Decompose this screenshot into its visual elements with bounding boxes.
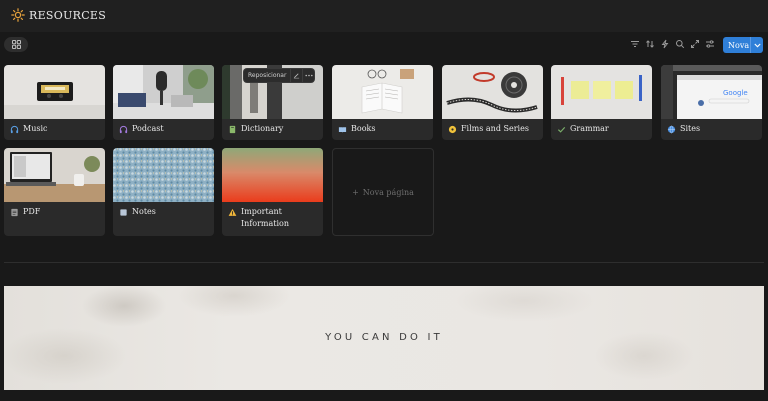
grid-icon bbox=[11, 40, 21, 49]
films-cover-image bbox=[442, 65, 543, 119]
podcast-cover-image bbox=[113, 65, 214, 119]
card-title: Books bbox=[351, 124, 376, 133]
hover-toolbar: Reposicionar bbox=[244, 69, 315, 82]
new-page-button[interactable]: + Nova página bbox=[332, 148, 434, 236]
card-meta: Podcast bbox=[119, 123, 210, 135]
card-title: Dictionary bbox=[241, 124, 284, 133]
divider bbox=[4, 262, 764, 263]
important-information-cover-image bbox=[222, 148, 323, 202]
pdf-cover-image bbox=[4, 148, 105, 202]
grammar-cover-image bbox=[551, 65, 652, 119]
notes-cover-image bbox=[113, 148, 214, 202]
expand-icon[interactable] bbox=[690, 38, 700, 50]
gallery-view-button[interactable] bbox=[4, 37, 28, 52]
card-title: Music bbox=[23, 124, 48, 133]
gallery-card-music[interactable]: Music bbox=[4, 65, 105, 140]
card-meta: Music bbox=[10, 123, 101, 135]
headphones-icon bbox=[119, 125, 128, 134]
gallery-card-films-and-series[interactable]: Films and Series bbox=[442, 65, 543, 140]
document-icon bbox=[11, 208, 18, 217]
card-meta: Dictionary bbox=[228, 123, 319, 135]
card-meta: Sites bbox=[667, 123, 758, 135]
card-meta: Important Information bbox=[228, 206, 319, 230]
banner-text: YOU CAN DO IT bbox=[325, 332, 443, 343]
film-icon bbox=[448, 125, 457, 134]
music-cover-image bbox=[4, 65, 105, 119]
page-header: RESOURCES bbox=[0, 0, 768, 32]
page-title: RESOURCES bbox=[29, 9, 107, 22]
gallery-card-sites[interactable]: Google Sites bbox=[661, 65, 762, 140]
new-button-label: Nova bbox=[728, 40, 750, 50]
card-title: Films and Series bbox=[461, 124, 529, 133]
card-meta: PDF bbox=[10, 206, 101, 218]
gallery-card-notes[interactable]: Notes bbox=[113, 148, 214, 236]
card-title: Important Information bbox=[241, 207, 290, 228]
chevron-down-icon[interactable] bbox=[751, 43, 763, 48]
gallery-card-important-information[interactable]: Important Information bbox=[222, 148, 323, 236]
gallery-card-grammar[interactable]: Grammar bbox=[551, 65, 652, 140]
automation-icon[interactable] bbox=[660, 38, 670, 50]
card-meta: Books bbox=[338, 123, 429, 135]
gallery-card-pdf[interactable]: PDF bbox=[4, 148, 105, 236]
sort-icon[interactable] bbox=[645, 38, 655, 50]
filter-icon[interactable] bbox=[630, 38, 640, 50]
motivational-banner: YOU CAN DO IT bbox=[4, 286, 764, 390]
headphones-icon bbox=[10, 125, 19, 134]
books-cover-image bbox=[332, 65, 433, 119]
card-title: Notes bbox=[132, 207, 156, 216]
gallery-card-books[interactable]: Books bbox=[332, 65, 433, 140]
plus-icon: + bbox=[352, 187, 359, 197]
sun-icon bbox=[11, 8, 25, 22]
card-meta: Films and Series bbox=[448, 123, 539, 135]
book-icon bbox=[229, 125, 236, 134]
reposition-button[interactable]: Reposicionar bbox=[244, 72, 290, 79]
card-title: Podcast bbox=[132, 124, 164, 133]
note-icon bbox=[120, 209, 127, 216]
settings-icon[interactable] bbox=[705, 38, 715, 50]
sites-cover-image: Google bbox=[661, 65, 762, 119]
toolbar bbox=[630, 38, 715, 50]
more-icon[interactable] bbox=[302, 69, 314, 82]
warning-icon bbox=[228, 208, 237, 216]
card-title: PDF bbox=[23, 207, 41, 216]
svg-text:Google: Google bbox=[723, 89, 748, 97]
card-meta: Notes bbox=[119, 206, 210, 218]
search-icon[interactable] bbox=[675, 38, 685, 50]
open-book-icon bbox=[338, 127, 347, 133]
edit-icon[interactable] bbox=[290, 69, 302, 82]
new-page-label: Nova página bbox=[362, 187, 414, 197]
card-title: Grammar bbox=[570, 124, 609, 133]
new-button[interactable]: Nova bbox=[723, 37, 763, 53]
gallery-card-dictionary[interactable]: Reposicionar Dictionary bbox=[222, 65, 323, 140]
card-title: Sites bbox=[680, 124, 701, 133]
card-meta: Grammar bbox=[557, 123, 648, 135]
globe-icon bbox=[667, 125, 676, 134]
check-icon bbox=[557, 126, 566, 133]
gallery-card-podcast[interactable]: Podcast bbox=[113, 65, 214, 140]
